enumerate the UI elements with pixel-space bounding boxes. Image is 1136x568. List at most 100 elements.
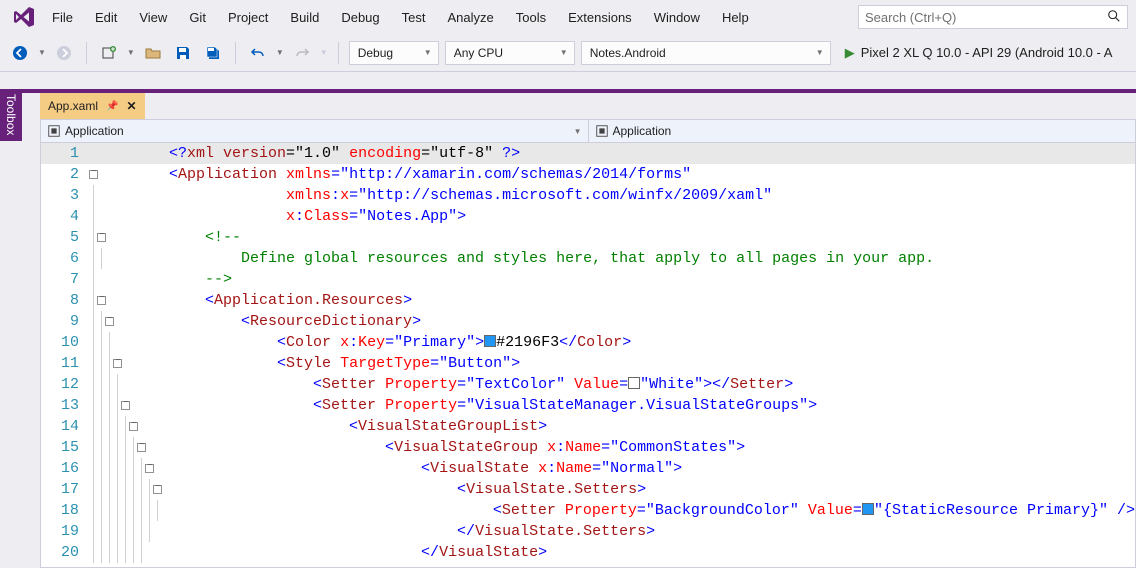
file-tab-app-xaml[interactable]: App.xaml 📌 ✕	[40, 93, 145, 119]
solution-platform-dropdown[interactable]: Any CPU▼	[445, 41, 575, 65]
color-swatch-icon	[628, 377, 640, 389]
code-line[interactable]: 18 <Setter Property="BackgroundColor" Va…	[41, 500, 1135, 521]
back-button[interactable]	[8, 41, 32, 65]
menu-git[interactable]: Git	[179, 4, 216, 31]
menu-tools[interactable]: Tools	[506, 4, 556, 31]
menu-edit[interactable]: Edit	[85, 4, 127, 31]
fold-gutter[interactable]	[89, 164, 169, 185]
code-line[interactable]: 14 <VisualStateGroupList>	[41, 416, 1135, 437]
code-line[interactable]: 1<?xml version="1.0" encoding="utf-8" ?>	[41, 143, 1135, 164]
menu-help[interactable]: Help	[712, 4, 759, 31]
color-swatch-icon	[862, 503, 874, 515]
fold-gutter[interactable]	[89, 269, 169, 290]
fold-toggle-icon[interactable]	[97, 233, 106, 242]
line-number: 13	[41, 397, 89, 414]
code-line[interactable]: 6 Define global resources and styles her…	[41, 248, 1135, 269]
new-project-button[interactable]	[97, 41, 121, 65]
undo-button[interactable]	[246, 41, 270, 65]
fold-gutter[interactable]	[89, 542, 169, 563]
close-icon[interactable]: ✕	[126, 99, 136, 113]
quick-launch-search[interactable]: Search (Ctrl+Q)	[858, 5, 1128, 29]
start-debug-button[interactable]: ▶ Pixel 2 XL Q 10.0 - API 29 (Android 10…	[837, 45, 1121, 61]
menu-bar: FileEditViewGitProjectBuildDebugTestAnal…	[0, 0, 1136, 34]
standard-toolbar: ▼ ▼ ▼ ▼ Debug▼ Any CPU▼ Notes.Android▼ ▶…	[0, 34, 1136, 72]
fold-toggle-icon[interactable]	[105, 317, 114, 326]
document-well: App.xaml 📌 ✕ Application▼ Application 1<…	[0, 89, 1136, 568]
code-line[interactable]: 5 <!--	[41, 227, 1135, 248]
solution-config-dropdown[interactable]: Debug▼	[349, 41, 439, 65]
menu-extensions[interactable]: Extensions	[558, 4, 642, 31]
code-line[interactable]: 20 </VisualState>	[41, 542, 1135, 563]
fold-toggle-icon[interactable]	[113, 359, 122, 368]
save-button[interactable]	[171, 41, 195, 65]
code-line[interactable]: 8 <Application.Resources>	[41, 290, 1135, 311]
forward-button[interactable]	[52, 41, 76, 65]
menu-build[interactable]: Build	[280, 4, 329, 31]
code-line[interactable]: 2<Application xmlns="http://xamarin.com/…	[41, 164, 1135, 185]
fold-gutter[interactable]	[89, 248, 169, 269]
code-line[interactable]: 13 <Setter Property="VisualStateManager.…	[41, 395, 1135, 416]
search-placeholder: Search (Ctrl+Q)	[865, 10, 956, 25]
fold-gutter[interactable]	[89, 143, 169, 164]
fold-toggle-icon[interactable]	[89, 170, 98, 179]
fold-gutter[interactable]	[89, 374, 169, 395]
line-number: 11	[41, 355, 89, 372]
fold-toggle-icon[interactable]	[145, 464, 154, 473]
fold-toggle-icon[interactable]	[153, 485, 162, 494]
search-icon	[1107, 9, 1121, 26]
menu-file[interactable]: File	[42, 4, 83, 31]
line-number: 2	[41, 166, 89, 183]
fold-toggle-icon[interactable]	[121, 401, 130, 410]
fold-gutter[interactable]	[89, 458, 169, 479]
fold-gutter[interactable]	[89, 206, 169, 227]
menu-view[interactable]: View	[129, 4, 177, 31]
code-line[interactable]: 16 <VisualState x:Name="Normal">	[41, 458, 1135, 479]
open-button[interactable]	[141, 41, 165, 65]
pin-icon[interactable]: 📌	[106, 101, 118, 112]
code-line[interactable]: 17 <VisualState.Setters>	[41, 479, 1135, 500]
menu-window[interactable]: Window	[644, 4, 710, 31]
fold-gutter[interactable]	[89, 479, 169, 500]
fold-gutter[interactable]	[89, 437, 169, 458]
menu-debug[interactable]: Debug	[331, 4, 389, 31]
nav-member-dropdown[interactable]: Application	[589, 120, 1136, 142]
fold-gutter[interactable]	[89, 521, 169, 542]
code-line[interactable]: 19 </VisualState.Setters>	[41, 521, 1135, 542]
fold-gutter[interactable]	[89, 290, 169, 311]
fold-gutter[interactable]	[89, 227, 169, 248]
fold-gutter[interactable]	[89, 332, 169, 353]
fold-toggle-icon[interactable]	[97, 296, 106, 305]
redo-button[interactable]	[290, 41, 314, 65]
line-number: 16	[41, 460, 89, 477]
code-line[interactable]: 11 <Style TargetType="Button">	[41, 353, 1135, 374]
fold-toggle-icon[interactable]	[137, 443, 146, 452]
line-number: 8	[41, 292, 89, 309]
code-line[interactable]: 7 -->	[41, 269, 1135, 290]
code-line[interactable]: 10 <Color x:Key="Primary">#2196F3</Color…	[41, 332, 1135, 353]
code-editor[interactable]: 1<?xml version="1.0" encoding="utf-8" ?>…	[40, 143, 1136, 568]
fold-gutter[interactable]	[89, 395, 169, 416]
fold-gutter[interactable]	[89, 353, 169, 374]
fold-toggle-icon[interactable]	[129, 422, 138, 431]
line-number: 20	[41, 544, 89, 561]
nav-scope-dropdown[interactable]: Application▼	[41, 120, 589, 142]
code-line[interactable]: 9 <ResourceDictionary>	[41, 311, 1135, 332]
code-line[interactable]: 3 xmlns:x="http://schemas.microsoft.com/…	[41, 185, 1135, 206]
menu-test[interactable]: Test	[392, 4, 436, 31]
code-line[interactable]: 4 x:Class="Notes.App">	[41, 206, 1135, 227]
menu-analyze[interactable]: Analyze	[437, 4, 503, 31]
fold-gutter[interactable]	[89, 416, 169, 437]
code-line[interactable]: 12 <Setter Property="TextColor" Value="W…	[41, 374, 1135, 395]
save-all-button[interactable]	[201, 41, 225, 65]
line-number: 14	[41, 418, 89, 435]
fold-gutter[interactable]	[89, 500, 169, 521]
line-number: 6	[41, 250, 89, 267]
toolbox-panel-tab[interactable]: Toolbox	[0, 89, 22, 141]
line-number: 12	[41, 376, 89, 393]
fold-gutter[interactable]	[89, 311, 169, 332]
line-number: 5	[41, 229, 89, 246]
startup-project-dropdown[interactable]: Notes.Android▼	[581, 41, 831, 65]
menu-project[interactable]: Project	[218, 4, 278, 31]
code-line[interactable]: 15 <VisualStateGroup x:Name="CommonState…	[41, 437, 1135, 458]
fold-gutter[interactable]	[89, 185, 169, 206]
